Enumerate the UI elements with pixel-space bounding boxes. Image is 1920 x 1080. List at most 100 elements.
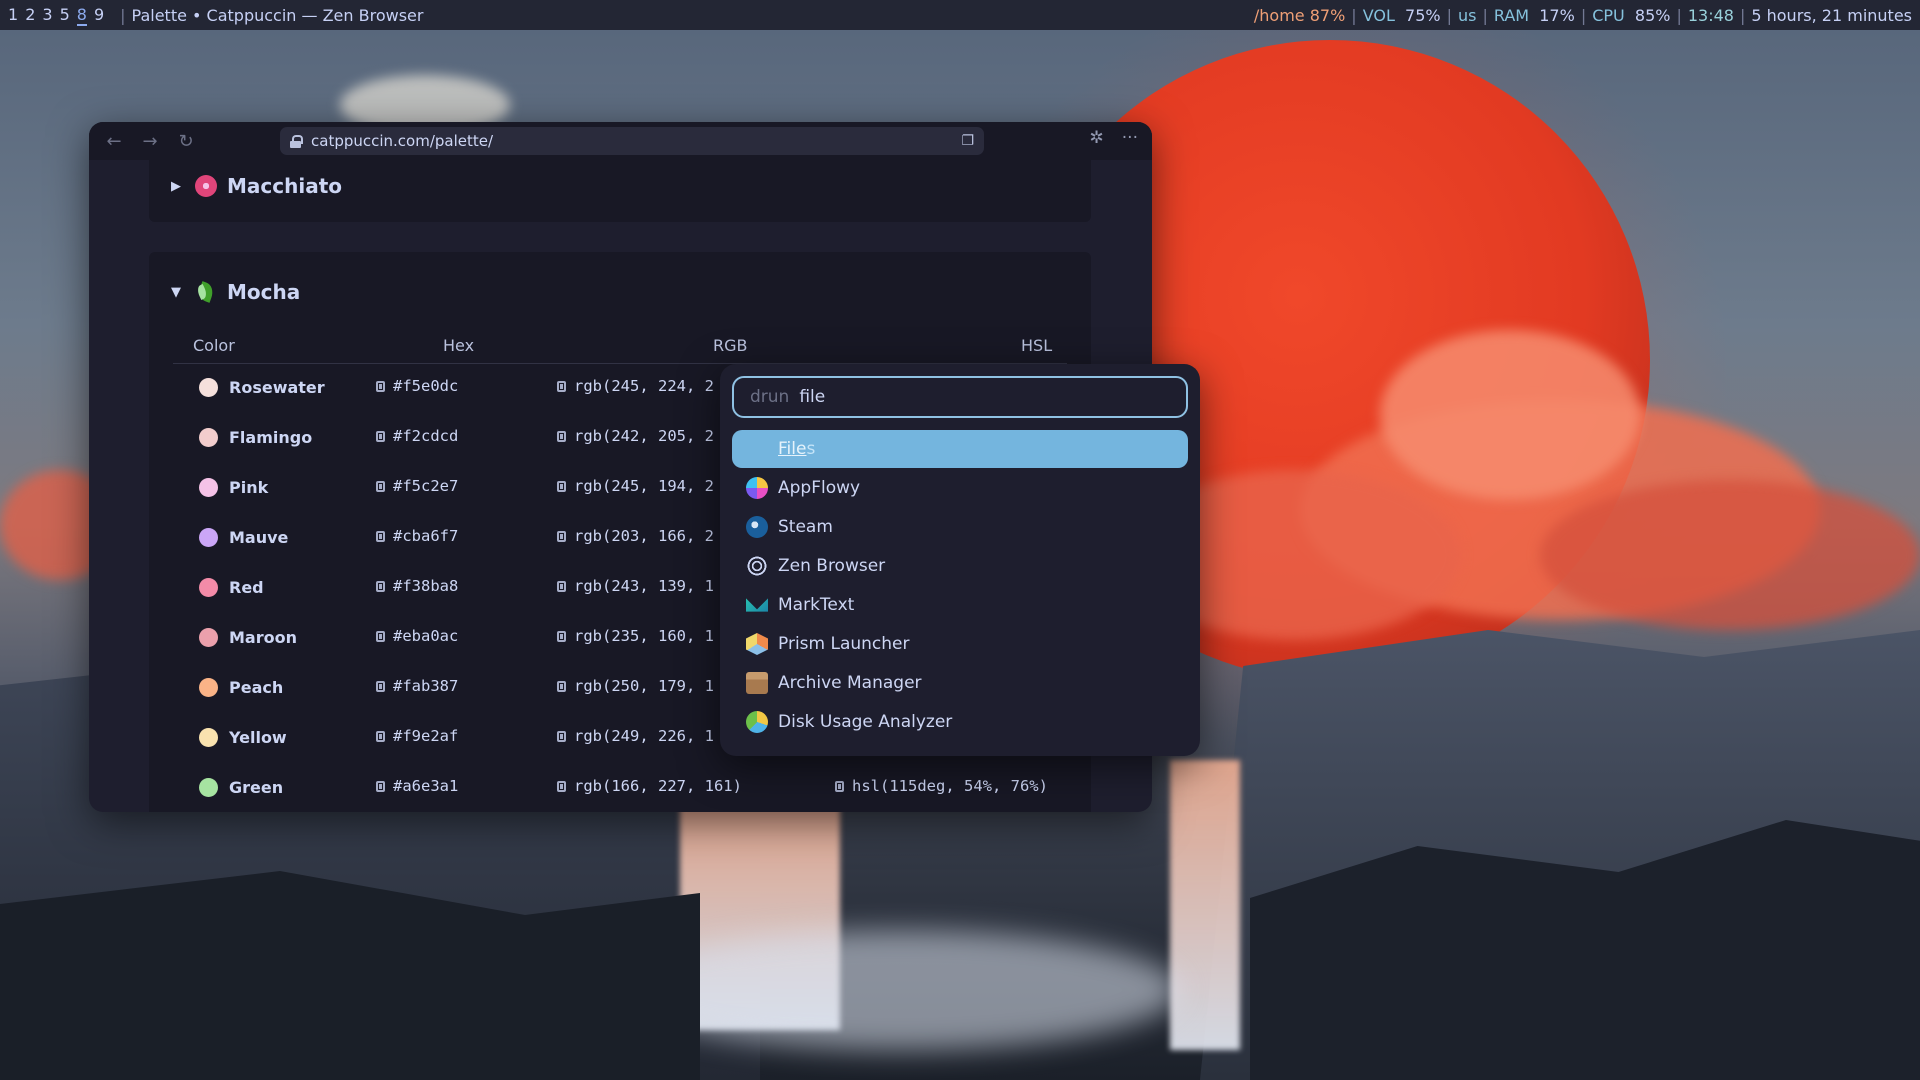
flower-icon [195, 175, 217, 197]
hex-value[interactable]: #a6e3a1 [393, 777, 458, 795]
status-bar: 1 2 3 5 8 9 | Palette • Catppuccin — Zen… [0, 0, 1920, 30]
launcher-item[interactable]: Steam [732, 508, 1188, 546]
volume-value[interactable]: 75% [1405, 6, 1441, 25]
copy-icon[interactable] [376, 481, 385, 492]
browser-toolbar: ← → ↻ catppuccin.com/palette/ ❐ ✲ ··· [89, 122, 1152, 160]
launcher-item-label: MarkText [778, 595, 855, 615]
rgb-value[interactable]: rgb(242, 205, 2 [574, 427, 714, 445]
color-name: Flamingo [229, 428, 313, 447]
copy-icon[interactable] [376, 531, 385, 542]
color-swatch [199, 428, 218, 447]
forward-button[interactable]: → [137, 128, 163, 154]
rgb-value[interactable]: rgb(245, 224, 2 [574, 377, 714, 395]
launcher-item[interactable]: Zen Browser [732, 547, 1188, 585]
cpu-label: CPU [1592, 5, 1625, 25]
section-header[interactable]: ▶ Macchiato [171, 174, 342, 198]
copy-icon[interactable] [557, 631, 566, 642]
hex-value[interactable]: #f2cdcd [393, 427, 458, 445]
copy-icon[interactable] [376, 581, 385, 592]
color-name: Red [229, 578, 264, 597]
workspace-button[interactable]: 1 [8, 5, 18, 26]
launcher-item-label: Zen Browser [778, 556, 886, 576]
disk-usage-analyzer-icon [746, 711, 768, 733]
launcher-item[interactable]: Disk Usage Analyzer [732, 703, 1188, 741]
zen-browser-icon [746, 555, 768, 577]
workspace-button[interactable]: 5 [60, 5, 70, 26]
color-swatch [199, 528, 218, 547]
copy-icon[interactable] [557, 781, 566, 792]
color-swatch [199, 728, 218, 747]
copy-icon[interactable] [557, 731, 566, 742]
workspace-button[interactable]: 9 [94, 5, 104, 26]
copy-icon[interactable] [376, 381, 385, 392]
copy-icon[interactable] [376, 631, 385, 642]
appflowy-icon [746, 477, 768, 499]
copy-icon[interactable] [557, 581, 566, 592]
hex-value[interactable]: #cba6f7 [393, 527, 458, 545]
workspace-button-active[interactable]: 8 [76, 5, 87, 26]
workspace-button[interactable]: 2 [25, 5, 35, 26]
hex-value[interactable]: #eba0ac [393, 627, 458, 645]
launcher-item-label: Disk Usage Analyzer [778, 712, 953, 732]
rgb-value[interactable]: rgb(203, 166, 2 [574, 527, 714, 545]
more-horizontal-icon[interactable]: ··· [1122, 128, 1138, 148]
hex-value[interactable]: #f5c2e7 [393, 477, 458, 495]
address-bar[interactable]: catppuccin.com/palette/ ❐ [280, 127, 984, 155]
separator: | [1351, 5, 1357, 25]
arrow-left-icon: ← [106, 130, 122, 152]
copy-icon[interactable] [376, 681, 385, 692]
hex-value[interactable]: #f9e2af [393, 727, 458, 745]
archive-manager-icon [746, 672, 768, 694]
launcher-item-label: Steam [778, 517, 833, 537]
copy-icon[interactable] [835, 781, 844, 792]
color-swatch [199, 778, 218, 797]
section-header[interactable]: ▼ Mocha [171, 280, 300, 304]
launcher-item[interactable]: Files [732, 430, 1188, 468]
hsl-value[interactable]: hsl(115deg, 54%, 76%) [852, 777, 1048, 795]
bookmark-icon[interactable]: ❐ [961, 133, 974, 149]
rgb-value[interactable]: rgb(250, 179, 1 [574, 677, 714, 695]
puzzle-icon[interactable]: ✲ [1090, 128, 1104, 148]
hex-value[interactable]: #fab387 [393, 677, 458, 695]
copy-icon[interactable] [376, 431, 385, 442]
column-header-hex: Hex [443, 336, 475, 355]
keyboard-layout[interactable]: us [1458, 6, 1476, 25]
caret-right-icon: ▶ [171, 178, 181, 194]
copy-icon[interactable] [376, 731, 385, 742]
launcher-item[interactable]: AppFlowy [732, 469, 1188, 507]
copy-icon[interactable] [557, 381, 566, 392]
rgb-value[interactable]: rgb(249, 226, 1 [574, 727, 714, 745]
launcher-search-input[interactable]: drun file [732, 376, 1188, 418]
copy-icon[interactable] [376, 781, 385, 792]
launcher-item[interactable]: MarkText [732, 586, 1188, 624]
clock[interactable]: 13:48 [1688, 6, 1734, 25]
launcher-item[interactable]: Prism Launcher [732, 625, 1188, 663]
files-icon [746, 438, 768, 460]
rgb-value[interactable]: rgb(235, 160, 1 [574, 627, 714, 645]
rgb-value[interactable]: rgb(245, 194, 2 [574, 477, 714, 495]
launcher-query[interactable]: file [799, 387, 825, 407]
color-name: Maroon [229, 628, 297, 647]
rgb-value[interactable]: rgb(166, 227, 161) [574, 777, 742, 795]
back-button[interactable]: ← [101, 128, 127, 154]
copy-icon[interactable] [557, 681, 566, 692]
launcher-item[interactable]: Archive Manager [732, 664, 1188, 702]
separator: | [1739, 5, 1746, 25]
hex-value[interactable]: #f38ba8 [393, 577, 458, 595]
workspace-button[interactable]: 3 [42, 5, 52, 26]
copy-icon[interactable] [557, 481, 566, 492]
volume-label: VOL [1362, 5, 1395, 25]
marktext-icon [746, 598, 768, 612]
toolbar-actions: ✲ ··· [1090, 128, 1138, 148]
copy-icon[interactable] [557, 431, 566, 442]
rgb-value[interactable]: rgb(243, 139, 1 [574, 577, 714, 595]
hex-value[interactable]: #f5e0dc [393, 377, 458, 395]
disk-usage: /home 87% [1253, 5, 1346, 25]
launcher-item-label: Archive Manager [778, 673, 922, 693]
color-swatch [199, 578, 218, 597]
copy-icon[interactable] [557, 531, 566, 542]
url-text[interactable]: catppuccin.com/palette/ [311, 132, 951, 150]
separator: | [1580, 5, 1587, 25]
reload-button[interactable]: ↻ [173, 128, 199, 154]
leaf-icon [195, 281, 217, 303]
